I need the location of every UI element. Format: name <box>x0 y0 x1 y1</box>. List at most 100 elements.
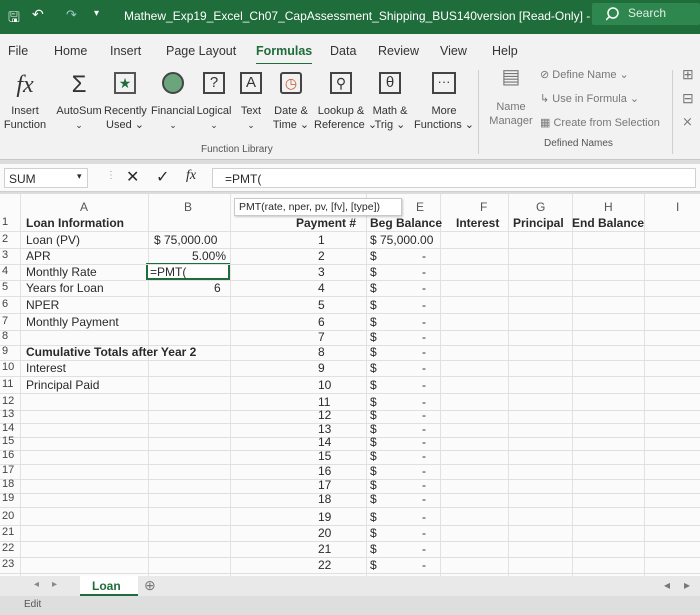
redo-icon[interactable]: ↷ <box>66 7 77 23</box>
payment-number-cell[interactable]: 16 <box>318 464 331 478</box>
beg-balance-dollar[interactable]: $ <box>370 492 377 506</box>
beg-balance-dollar[interactable]: $ <box>370 315 377 329</box>
row-number[interactable]: 10 <box>0 361 16 373</box>
lookup-reference-button[interactable]: ⚲ Lookup & Reference ⌄ <box>314 66 377 132</box>
beg-balance-dollar[interactable]: $ <box>370 408 377 422</box>
name-manager-button[interactable]: ▤ Name Manager <box>486 66 536 128</box>
trace-dependents-icon[interactable]: ⊟ <box>682 90 694 107</box>
save-icon[interactable]: 🖫 <box>8 7 20 31</box>
payment-number-cell[interactable]: 14 <box>318 435 331 449</box>
payment-number-cell[interactable]: 22 <box>318 558 331 572</box>
autosum-button[interactable]: Σ AutoSum ⌄ <box>56 66 102 132</box>
payment-number-cell[interactable]: 15 <box>318 449 331 463</box>
row-number[interactable]: 1 <box>0 216 16 228</box>
payment-number-cell[interactable]: 10 <box>318 378 331 392</box>
logical-button[interactable]: ? Logical ⌄ <box>194 66 234 132</box>
insert-function-button[interactable]: fx Insert Function <box>2 66 48 132</box>
row-number[interactable]: 2 <box>0 233 16 245</box>
row-number[interactable]: 22 <box>0 542 16 554</box>
add-sheet-icon[interactable]: ⊕ <box>144 577 156 594</box>
beg-balance-dollar[interactable]: $ <box>370 249 377 263</box>
payment-number-cell[interactable]: 6 <box>318 315 325 329</box>
row-number[interactable]: 18 <box>0 478 16 490</box>
scroll-right-icon[interactable]: ▸ <box>52 579 57 590</box>
beg-balance-dollar[interactable]: $ <box>370 464 377 478</box>
hscroll-left-icon[interactable]: ◂ <box>664 578 670 592</box>
cancel-icon[interactable]: ✕ <box>126 167 139 187</box>
row-number[interactable]: 5 <box>0 281 16 293</box>
scroll-left-icon[interactable]: ◂ <box>34 579 39 590</box>
beg-balance-dollar[interactable]: $ <box>370 435 377 449</box>
tab-review[interactable]: Review <box>378 44 419 58</box>
row-number[interactable]: 16 <box>0 449 16 461</box>
beg-balance-dollar[interactable]: $ <box>370 378 377 392</box>
beg-balance-dollar[interactable]: $ <box>370 330 377 344</box>
beg-balance-dollar[interactable]: $ <box>370 298 377 312</box>
name-box[interactable]: SUM ▾ <box>4 168 88 188</box>
row-number[interactable]: 23 <box>0 558 16 570</box>
search-box[interactable]: Search <box>592 3 700 25</box>
beg-balance-dollar[interactable]: $ <box>370 449 377 463</box>
row-number[interactable]: 3 <box>0 249 16 261</box>
beg-balance-dollar[interactable]: $ <box>370 542 377 556</box>
payment-number-cell[interactable]: 19 <box>318 510 331 524</box>
worksheet-grid[interactable]: A B E F G H I PMT(rate, nper, pv, [fv], … <box>0 194 700 576</box>
define-name-button[interactable]: ⊘ Define Name ⌄ <box>540 68 629 82</box>
row-number[interactable]: 14 <box>0 422 16 434</box>
payment-number-cell[interactable]: 9 <box>318 361 325 375</box>
use-in-formula-button[interactable]: ↳ Use in Formula ⌄ <box>540 92 639 106</box>
payment-number-cell[interactable]: 11 <box>318 395 330 409</box>
beg-balance-dollar[interactable]: $ <box>370 281 377 295</box>
tab-home[interactable]: Home <box>54 44 87 58</box>
more-functions-button[interactable]: ··· More Functions ⌄ <box>414 66 474 132</box>
trace-precedents-icon[interactable]: ⊞ <box>682 66 694 83</box>
insert-function-icon[interactable]: fx <box>186 168 196 184</box>
payment-number-cell[interactable]: 18 <box>318 492 331 506</box>
enter-check-icon[interactable]: ✓ <box>156 167 169 187</box>
row-number[interactable]: 9 <box>0 345 16 357</box>
beg-balance-dollar[interactable]: $ <box>370 478 377 492</box>
chevron-down-icon[interactable]: ▾ <box>77 171 82 182</box>
undo-icon[interactable]: ↶ <box>32 6 44 23</box>
row-number[interactable]: 11 <box>0 378 16 390</box>
math-trig-button[interactable]: θ Math & Trig ⌄ <box>370 66 410 132</box>
row-number[interactable]: 4 <box>0 265 16 277</box>
payment-number-cell[interactable]: 20 <box>318 526 331 540</box>
beg-balance-dollar[interactable]: $ <box>370 395 377 409</box>
row-number[interactable]: 21 <box>0 526 16 538</box>
payment-number-cell[interactable]: 1 <box>318 233 325 247</box>
payment-number-cell[interactable]: 7 <box>318 330 325 344</box>
row-number[interactable]: 17 <box>0 464 16 476</box>
beg-balance-dollar[interactable]: $ <box>370 345 377 359</box>
beg-balance-dollar[interactable]: $ <box>370 510 377 524</box>
row-number[interactable]: 20 <box>0 510 16 522</box>
payment-number-cell[interactable]: 17 <box>318 478 331 492</box>
payment-number-cell[interactable]: 13 <box>318 422 331 436</box>
remove-arrows-icon[interactable]: ⨯ <box>682 114 693 130</box>
beg-balance-dollar[interactable]: $ <box>370 422 377 436</box>
row-number[interactable]: 19 <box>0 492 16 504</box>
customize-qat-icon[interactable]: ▾ <box>94 8 99 19</box>
payment-number-cell[interactable]: 8 <box>318 345 325 359</box>
beg-balance-dollar[interactable]: $ <box>370 361 377 375</box>
formula-input[interactable]: =PMT( <box>212 168 696 188</box>
tab-view[interactable]: View <box>440 44 467 58</box>
beg-balance-dollar[interactable]: $ <box>370 265 377 279</box>
row-number[interactable]: 8 <box>0 330 16 342</box>
recently-used-button[interactable]: ★ Recently Used ⌄ <box>104 66 147 132</box>
tab-file[interactable]: File <box>8 44 28 58</box>
row-number[interactable]: 15 <box>0 435 16 447</box>
row-number[interactable]: 7 <box>0 315 16 327</box>
tab-insert[interactable]: Insert <box>110 44 141 58</box>
beg-balance-dollar[interactable]: $ <box>370 526 377 540</box>
tab-formulas[interactable]: Formulas <box>256 44 313 65</box>
tab-data[interactable]: Data <box>330 44 356 58</box>
payment-number-cell[interactable]: 4 <box>318 281 325 295</box>
row-number[interactable]: 6 <box>0 298 16 310</box>
payment-number-cell[interactable]: 5 <box>318 298 325 312</box>
payment-number-cell[interactable]: 12 <box>318 408 331 422</box>
sheet-tab-loan[interactable]: Loan <box>80 576 138 596</box>
hscroll-right-icon[interactable]: ▸ <box>684 578 690 592</box>
financial-button[interactable]: Financial ⌄ <box>150 66 196 132</box>
beg-balance-dollar[interactable]: $ <box>370 558 377 572</box>
